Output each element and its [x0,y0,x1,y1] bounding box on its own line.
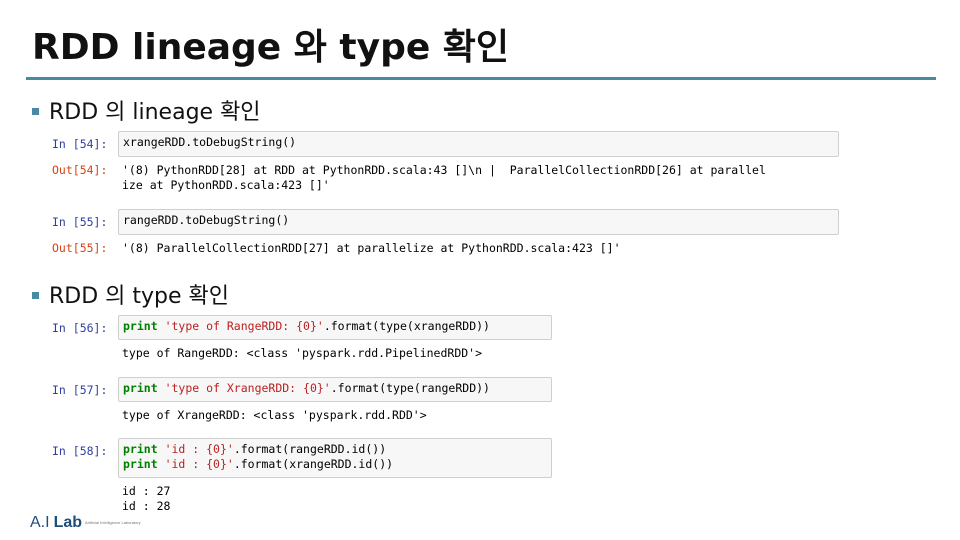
cell-output: type of RangeRDD: <class 'pyspark.rdd.Pi… [122,346,483,360]
out-prompt: Out[55]: [52,241,108,255]
in-prompt: In [54]: [52,137,108,151]
in-prompt: In [55]: [52,215,108,229]
bullet-lineage: RDD 의 lineage 확인 [32,94,261,126]
out-prompt: Out[54]: [52,163,108,177]
in-prompt: In [56]: [52,321,108,335]
ai-lab-logo: A.I Lab Artificial Intelligence Laboratory [30,514,141,531]
in-prompt: In [58]: [52,444,108,458]
code-cell[interactable]: rangeRDD.toDebugString() [118,209,839,235]
bullet-square-icon [32,107,39,115]
cell-output: '(8) ParallelCollectionRDD[27] at parall… [122,241,621,255]
bullet-square-icon [32,291,39,299]
code-cell[interactable]: print 'id : {0}'.format(rangeRDD.id()) pr… [118,438,552,478]
code-cell[interactable]: print 'type of XrangeRDD: {0}'.format(ty… [118,377,552,402]
in-prompt: In [57]: [52,383,108,397]
cell-output: type of XrangeRDD: <class 'pyspark.rdd.R… [122,408,427,422]
cell-output: id : 27 id : 28 [122,484,171,513]
code-cell[interactable]: xrangeRDD.toDebugString() [118,131,839,157]
bullet-type: RDD 의 type 확인 [32,278,229,310]
code-cell[interactable]: print 'type of RangeRDD: {0}'.format(typ… [118,315,552,340]
cell-output: '(8) PythonRDD[28] at RDD at PythonRDD.s… [122,163,766,192]
slide-title: RDD lineage 와 type 확인 [32,27,510,68]
title-underline [26,77,936,80]
